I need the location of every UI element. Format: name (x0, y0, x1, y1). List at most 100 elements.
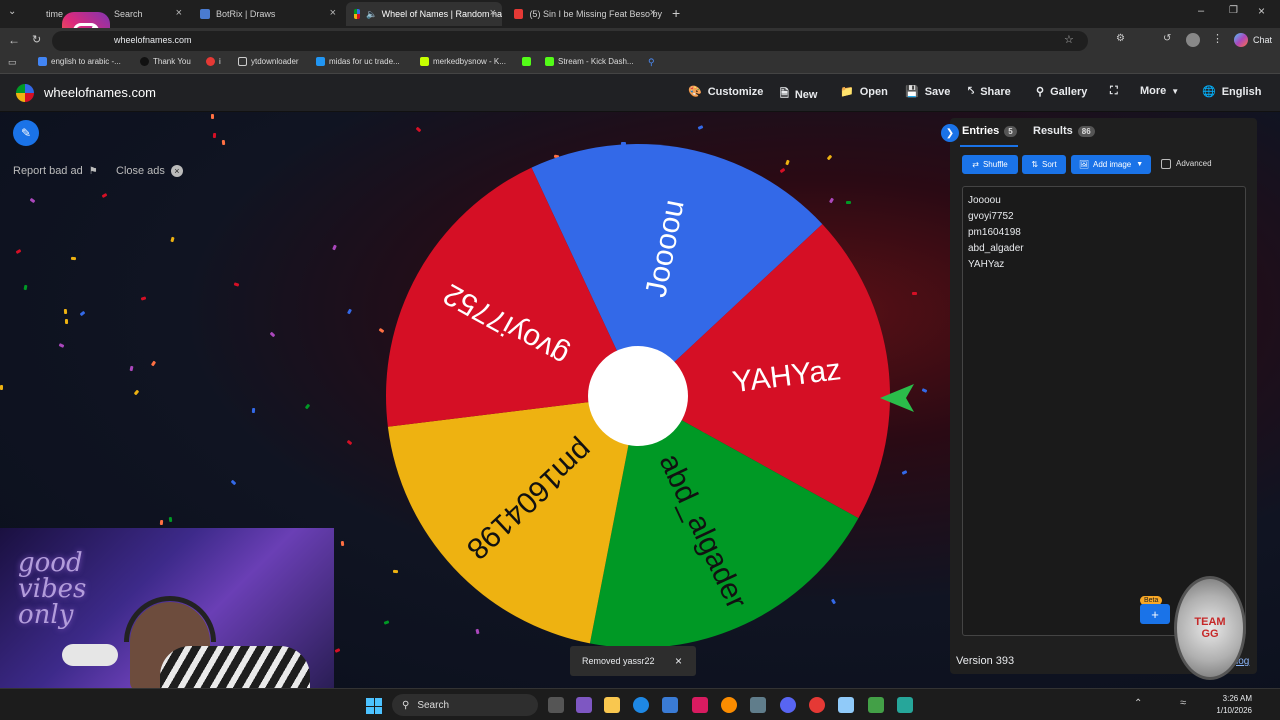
report-bad-ad-link[interactable]: Report bad ad ⚑ (13, 165, 98, 177)
bookmark-search-icon[interactable]: ⚲ (648, 57, 655, 68)
menu-dots-icon[interactable]: ⋮ (1212, 32, 1223, 45)
speaker-icon[interactable]: 🔈 (366, 9, 377, 20)
add-image-button[interactable]: 🖼 Add image ▼ (1071, 155, 1151, 174)
close-ads-link[interactable]: Close ads × (116, 165, 183, 177)
address-text: wheelofnames.com (114, 35, 192, 45)
collapse-panel-icon[interactable]: ❯ (941, 124, 959, 142)
start-button-icon[interactable] (366, 698, 382, 714)
wheel[interactable]: JoooouYAHYazabd_algaderpm1604198gvoyi775… (384, 143, 896, 655)
confetti-piece (23, 284, 28, 291)
confetti-piece (64, 318, 69, 325)
extensions-icon[interactable]: ⚙ (1116, 33, 1125, 44)
language-button[interactable]: 🌐 English (1202, 85, 1261, 99)
bookmark-item[interactable]: midas for uc trade... (316, 57, 400, 66)
clock-date[interactable]: 1/10/2026 (1210, 706, 1252, 715)
profile-avatar[interactable] (1186, 33, 1200, 47)
botrix-favicon-icon (200, 9, 210, 19)
bookmark-item[interactable]: english to arabic -... (38, 57, 121, 66)
tab-youtube[interactable]: (5) Sin I be Missing Feat Beso by × (506, 2, 662, 26)
shuffle-button[interactable]: ⇄ Shuffle (962, 155, 1018, 174)
save-icon: 💾 (905, 86, 919, 98)
wheel-favicon-icon (354, 9, 361, 19)
tab-time[interactable]: time Search × (38, 2, 188, 26)
store-icon[interactable] (662, 697, 678, 713)
report-bad-ad-label: Report bad ad (13, 165, 83, 177)
advanced-label: Advanced (1176, 159, 1212, 168)
app-icon[interactable] (692, 697, 708, 713)
tab-label: BotRix | Draws (216, 9, 276, 19)
bookmark-item[interactable]: Thank You (140, 57, 191, 66)
toast-close-icon[interactable]: × (675, 654, 682, 668)
more-button[interactable]: More ▼ (1140, 85, 1179, 97)
confetti-piece (159, 519, 164, 526)
file-explorer-icon[interactable] (604, 697, 620, 713)
entry-line: Joooou (968, 195, 1001, 206)
bookmark-item[interactable]: Stream - Kick Dash... (545, 57, 634, 66)
app-icon[interactable] (809, 697, 825, 713)
gallery-button[interactable]: ⚲ Gallery (1036, 85, 1087, 99)
bookmark-item[interactable]: ytdownloader (238, 57, 299, 66)
tray-chevron-icon[interactable]: ⌃ (1134, 698, 1142, 709)
address-bar[interactable]: wheelofnames.com ☆ (52, 31, 1088, 51)
fullscreen-button[interactable]: ⛶ (1110, 85, 1124, 98)
site-logo-icon[interactable] (16, 84, 34, 102)
confetti-piece (150, 360, 157, 367)
close-tab-icon[interactable]: × (176, 7, 182, 19)
open-button[interactable]: 📁 Open (840, 85, 888, 99)
chat-label[interactable]: Chat (1253, 35, 1272, 45)
copilot-app-icon[interactable] (576, 697, 592, 713)
app-icon[interactable] (750, 697, 766, 713)
close-tab-icon[interactable]: × (330, 7, 336, 19)
tab-wheel-of-names[interactable]: 🔈 Wheel of Names | Random na × (346, 2, 502, 26)
edge-icon[interactable] (633, 697, 649, 713)
back-icon[interactable]: ← (8, 33, 20, 47)
add-entry-fab[interactable]: + (1140, 604, 1170, 624)
app-icon[interactable] (721, 697, 737, 713)
restore-icon[interactable]: ❐ (1229, 5, 1238, 16)
reload-icon[interactable]: ↻ (32, 33, 41, 46)
flag-icon: ⚑ (88, 165, 98, 177)
taskbar-search-label: Search (417, 699, 450, 711)
history-icon[interactable]: ↺ (1163, 33, 1171, 44)
site-logo-text[interactable]: wheelofnames.com (44, 85, 156, 100)
edit-button[interactable]: ✎ (13, 120, 39, 146)
windows-taskbar: ⚲ Search ⌃ ≈ 3:26 AM 1/10/2026 (0, 688, 1280, 720)
star-icon[interactable]: ☆ (1064, 33, 1074, 46)
task-view-icon[interactable] (548, 697, 564, 713)
wheel-center-hub[interactable] (588, 346, 688, 446)
wifi-icon[interactable]: ≈ (1180, 697, 1186, 709)
save-button[interactable]: 💾 Save (905, 85, 950, 99)
taskbar-search[interactable]: ⚲ Search (392, 694, 538, 716)
minimize-icon[interactable]: – (1198, 5, 1204, 17)
copilot-icon[interactable] (1234, 33, 1248, 47)
tab-list-chevron-icon[interactable]: ⌄ (8, 6, 16, 17)
share-button[interactable]: ⤣ Share (968, 85, 1011, 98)
discord-icon[interactable] (780, 697, 796, 713)
tab-entries-label: Entries (962, 125, 1000, 137)
caret-down-icon: ▼ (1171, 86, 1180, 96)
app-icon[interactable] (897, 697, 913, 713)
bookmark-item[interactable]: i (206, 57, 221, 66)
neon-sign-text: good vibes only (18, 548, 87, 630)
confetti-piece (63, 308, 68, 315)
tab-entries[interactable]: Entries 5 (962, 125, 1017, 137)
advanced-checkbox[interactable] (1161, 159, 1171, 169)
close-window-icon[interactable]: × (1258, 4, 1265, 18)
confetti-piece (129, 365, 134, 372)
clock-time[interactable]: 3:26 AM (1218, 694, 1252, 703)
app-icon[interactable] (868, 697, 884, 713)
close-tab-icon[interactable]: × (650, 7, 656, 19)
customize-button[interactable]: 🎨 Customize (688, 85, 763, 99)
tab-results[interactable]: Results 86 (1033, 125, 1095, 137)
close-tab-icon[interactable]: × (490, 7, 496, 19)
image-icon: 🖼 (1078, 160, 1089, 169)
new-button[interactable]: 🗎 New (780, 85, 817, 104)
bookmark-item[interactable]: merkedbysnow - K... (420, 57, 506, 66)
tab-botrix[interactable]: BotRix | Draws × (192, 2, 342, 26)
sort-button[interactable]: ⇅ Sort (1022, 155, 1066, 174)
confetti-piece (133, 389, 140, 396)
bookmark-item-kick[interactable] (522, 57, 535, 66)
new-tab-icon[interactable]: + (672, 5, 680, 21)
app-icon[interactable] (838, 697, 854, 713)
sidebar-toggle-icon[interactable]: ▭ (8, 57, 17, 68)
